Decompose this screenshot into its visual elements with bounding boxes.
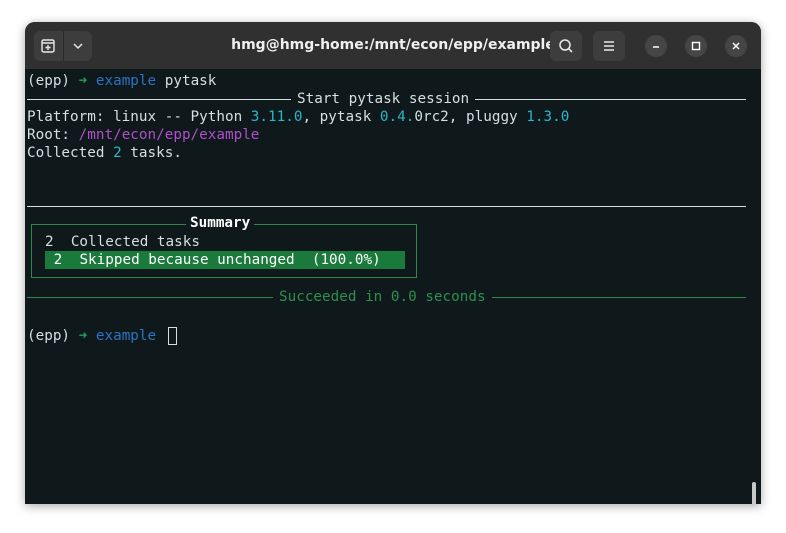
- row-percentage: (100.0%): [311, 252, 381, 268]
- text-cursor: [168, 327, 177, 345]
- conda-env: (epp): [27, 328, 71, 344]
- maximize-button[interactable]: [685, 35, 707, 57]
- search-button[interactable]: [550, 31, 582, 61]
- prompt-dir: example: [95, 328, 157, 344]
- prompt-line: (epp) ➜ example: [27, 327, 156, 345]
- row-label: Skipped because unchanged: [79, 252, 295, 268]
- chevron-down-icon: [73, 43, 83, 50]
- result-rule-label: Succeeded in 0.0 seconds: [273, 288, 492, 306]
- pytask-version: 0.4.: [379, 109, 415, 125]
- root-line: Root: /mnt/econ/epp/example: [27, 127, 260, 143]
- summary-title: Summary: [186, 214, 255, 232]
- new-tab-button[interactable]: [34, 31, 63, 61]
- row-count: 2: [45, 234, 54, 250]
- hamburger-menu-icon: [604, 41, 614, 51]
- minimize-icon: [653, 46, 659, 48]
- row-count: 2: [53, 252, 63, 268]
- summary-panel: Summary 2 Collected tasks 2 Skipped beca…: [31, 214, 417, 278]
- terminal-window: hmg@hmg-home:/mnt/econ/epp/example (epp)…: [25, 22, 761, 504]
- prompt-dir: example: [95, 73, 157, 89]
- new-tab-icon: [41, 39, 55, 53]
- maximize-icon: [691, 41, 701, 51]
- command-text: pytask: [164, 73, 217, 89]
- scrollbar[interactable]: [752, 482, 756, 504]
- python-version: 3.11.0: [250, 109, 303, 125]
- terminal-output[interactable]: (epp) ➜ example pytask Start pytask sess…: [25, 69, 761, 504]
- platform-line: Platform: linux -- Python 3.11.0, pytask…: [27, 109, 570, 125]
- tab-menu-button[interactable]: [64, 31, 93, 61]
- collected-line: Collected 2 tasks.: [27, 145, 182, 161]
- root-path: /mnt/econ/epp/example: [78, 127, 260, 143]
- close-icon: [732, 42, 740, 50]
- prompt-line: (epp) ➜ example pytask: [27, 72, 216, 90]
- hamburger-menu-button[interactable]: [593, 31, 625, 61]
- table-row: 2 Collected tasks: [45, 233, 405, 251]
- title-bar: hmg@hmg-home:/mnt/econ/epp/example: [25, 22, 761, 69]
- close-button[interactable]: [725, 35, 747, 57]
- table-row: 2 Skipped because unchanged (100.0%): [45, 251, 405, 269]
- conda-env: (epp): [27, 73, 71, 89]
- row-label: Collected tasks: [70, 234, 200, 250]
- separator-rule: [27, 206, 746, 207]
- prompt-arrow-icon: ➜: [78, 328, 88, 344]
- prompt-arrow-icon: ➜: [78, 73, 88, 89]
- minimize-button[interactable]: [645, 35, 667, 57]
- collected-count: 2: [113, 145, 122, 161]
- session-rule-label: Start pytask session: [291, 90, 476, 108]
- search-icon: [559, 39, 573, 53]
- pluggy-version: 1.3.0: [526, 109, 570, 125]
- new-tab-group: [34, 31, 92, 61]
